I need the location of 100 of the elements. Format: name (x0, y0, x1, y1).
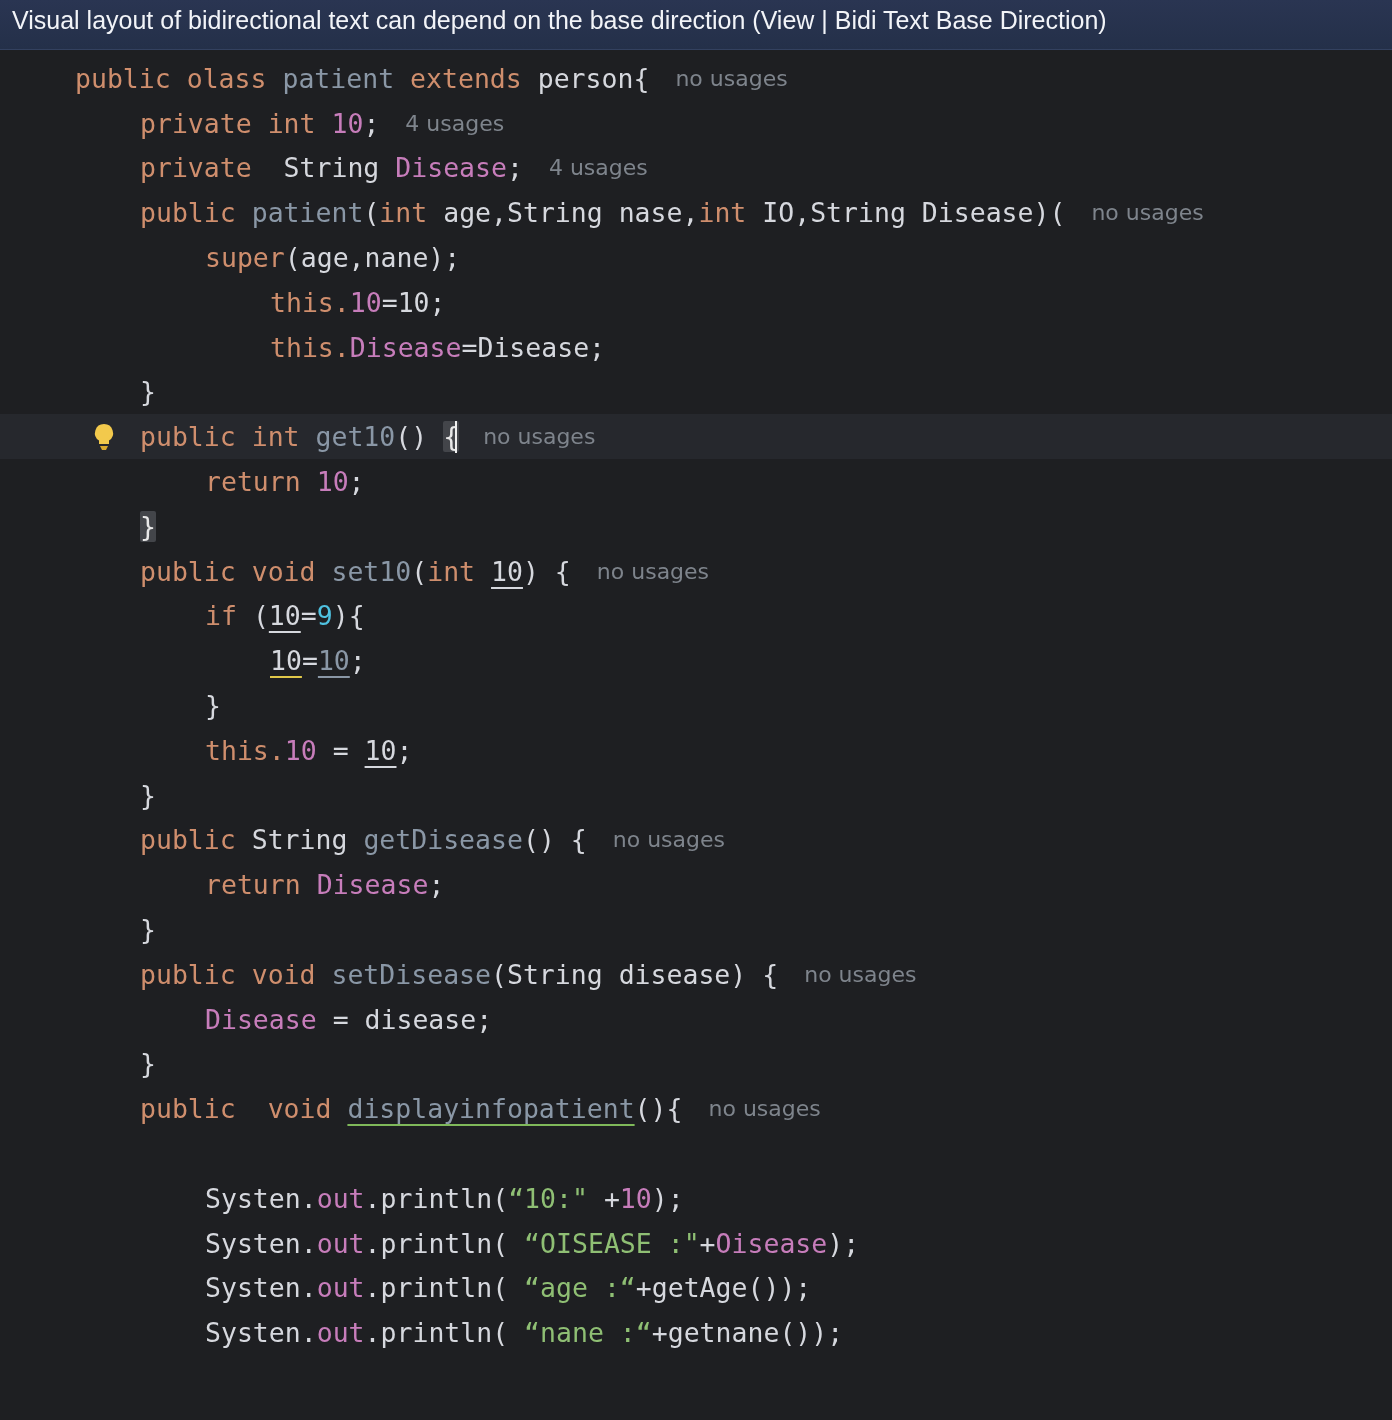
code-text: out (316, 1272, 365, 1304)
code-text: String (283, 152, 381, 184)
code-text: “10:" (508, 1182, 589, 1214)
code-text: setDisease (331, 958, 491, 990)
code-text: get10 (315, 421, 396, 453)
code-text: 10 (268, 600, 301, 632)
code-text: extends (410, 62, 523, 94)
code-text: int (427, 555, 477, 587)
code-text: displayinfopatient (347, 1093, 635, 1125)
code-text: 10 (284, 734, 317, 766)
code-text: patient (251, 197, 364, 229)
code-text: return (205, 869, 302, 901)
code-text: this. (270, 331, 350, 363)
code-text: out (316, 1182, 365, 1214)
code-text: public (140, 824, 237, 856)
code-text: () (395, 421, 429, 453)
code-text: 10 (317, 645, 350, 677)
code-text: return (205, 466, 302, 498)
usage-hint: 4 usages (548, 155, 648, 181)
code-text: () { (522, 824, 587, 856)
code-text: String (251, 824, 349, 856)
code-text: 10 (270, 645, 302, 677)
lightbulb-icon[interactable] (92, 422, 116, 453)
usage-hint: no usages (596, 558, 710, 584)
usage-hint: no usages (804, 961, 917, 987)
code-text: Systen. (205, 1317, 317, 1349)
usage-hint: no usages (675, 65, 788, 91)
code-text: = disease; (331, 1003, 493, 1035)
code-text: .println( (364, 1182, 509, 1214)
code-text: public olass (75, 62, 268, 94)
code-text: ); (827, 1227, 860, 1259)
code-text: this. (205, 734, 285, 766)
code-text: ) { (522, 555, 571, 587)
code-text: int (379, 197, 429, 229)
code-text: ){ (332, 600, 365, 632)
code-text: Systen. (205, 1182, 317, 1214)
code-text: = (331, 734, 350, 766)
code-text: private int (140, 107, 317, 139)
usage-hint: no usages (708, 1096, 821, 1122)
code-text: ; (396, 734, 413, 766)
usage-hint: no usages (483, 424, 596, 450)
code-text: IO,String Disease)( (762, 197, 1066, 229)
code-text: = (301, 645, 318, 677)
code-text: Disease (205, 1003, 317, 1035)
code-text: .println( (364, 1317, 510, 1349)
code-text: =Disease; (461, 331, 606, 363)
code-text: + (603, 1182, 620, 1214)
code-text: } (140, 376, 156, 408)
code-text: ); (651, 1182, 684, 1214)
code-text: + (699, 1227, 716, 1259)
code-text: 10 (316, 466, 349, 498)
code-text: ; (506, 152, 523, 184)
code-text: ; (428, 869, 445, 901)
code-text: ( (252, 600, 269, 632)
code-text: public void (140, 958, 317, 990)
code-text: Disease (395, 152, 507, 184)
code-text: public (140, 197, 237, 229)
code-text: “nane :“ (524, 1317, 652, 1349)
code-text: } (140, 914, 156, 946)
code-text: int (698, 197, 748, 229)
code-text: 10 (331, 107, 364, 139)
code-text: 10 (619, 1182, 652, 1214)
code-text: Systen. (205, 1227, 317, 1259)
code-text: set10 (331, 555, 412, 587)
code-text: (age,nane); (284, 242, 461, 274)
code-text: Disease (349, 331, 462, 363)
code-text: person{ (537, 62, 650, 94)
code-text: ; (348, 466, 365, 498)
code-text: this. (270, 286, 350, 318)
code-text: patient (282, 62, 396, 94)
code-text: .println( (364, 1272, 510, 1304)
code-text: } (140, 1048, 156, 1080)
code-text: public int (140, 421, 301, 453)
code-text: age,String nase, (443, 197, 699, 229)
code-text: (){ (634, 1093, 683, 1125)
code-text: } (140, 779, 156, 811)
usage-hint: 4 usages (405, 110, 505, 136)
notification-text: Visual layout of bidirectional text can depend on the base direction (View | Bidi Text Base Direction) (12, 6, 1107, 34)
code-text: ( (411, 555, 428, 587)
code-text: getDisease (363, 824, 523, 856)
code-text: ; (363, 107, 380, 139)
code-text: “OISEASE :" (524, 1227, 700, 1259)
code-text: +getnane()); (651, 1317, 844, 1349)
code-text: Systen. (205, 1272, 317, 1304)
code-text: out (316, 1227, 365, 1259)
code-text: private (140, 152, 253, 184)
code-text: 10 (349, 286, 382, 318)
code-text: if (205, 600, 238, 632)
code-text: 10 (364, 734, 397, 766)
code-text: ; (349, 645, 366, 677)
code-text: “age :“ (524, 1272, 636, 1304)
code-text: 10 (491, 555, 523, 587)
code-text: = (300, 600, 317, 632)
code-text: Oisease (715, 1227, 828, 1259)
code-text: =10; (381, 286, 446, 318)
code-text: ( (363, 197, 380, 229)
usage-hint: no usages (1091, 200, 1204, 226)
code-text: out (316, 1317, 365, 1349)
text-caret (455, 420, 458, 453)
code-text: } (205, 690, 221, 722)
